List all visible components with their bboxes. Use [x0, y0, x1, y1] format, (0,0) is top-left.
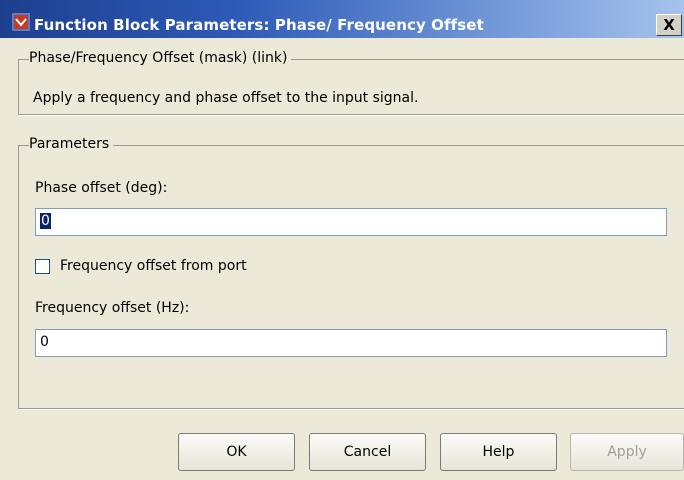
title-bar[interactable]: Function Block Parameters: Phase/ Freque…	[0, 0, 684, 38]
close-icon: X	[663, 16, 675, 34]
phase-offset-field[interactable]: 0	[35, 208, 667, 236]
phase-offset-value: 0	[40, 213, 51, 229]
simulink-block-icon	[12, 13, 30, 31]
parameters-group-legend: Parameters	[29, 136, 114, 152]
mask-group-legend: Phase/Frequency Offset (mask) (link)	[29, 50, 292, 66]
frequency-offset-field[interactable]: 0	[35, 329, 667, 357]
close-button[interactable]: X	[656, 14, 682, 36]
help-button[interactable]: Help	[440, 433, 557, 471]
frequency-offset-from-port-label[interactable]: Frequency offset from port	[60, 258, 247, 274]
apply-button[interactable]: Apply	[570, 433, 684, 471]
frequency-offset-from-port-checkbox[interactable]	[35, 259, 50, 274]
window-title: Function Block Parameters: Phase/ Freque…	[34, 16, 484, 34]
frequency-offset-label: Frequency offset (Hz):	[35, 300, 190, 316]
ok-button[interactable]: OK	[178, 433, 295, 471]
mask-description-group: Phase/Frequency Offset (mask) (link)	[18, 50, 684, 116]
phase-offset-label: Phase offset (deg):	[35, 180, 168, 196]
frequency-offset-value: 0	[40, 334, 49, 350]
cancel-button[interactable]: Cancel	[309, 433, 426, 471]
mask-description-text: Apply a frequency and phase offset to th…	[33, 90, 419, 106]
